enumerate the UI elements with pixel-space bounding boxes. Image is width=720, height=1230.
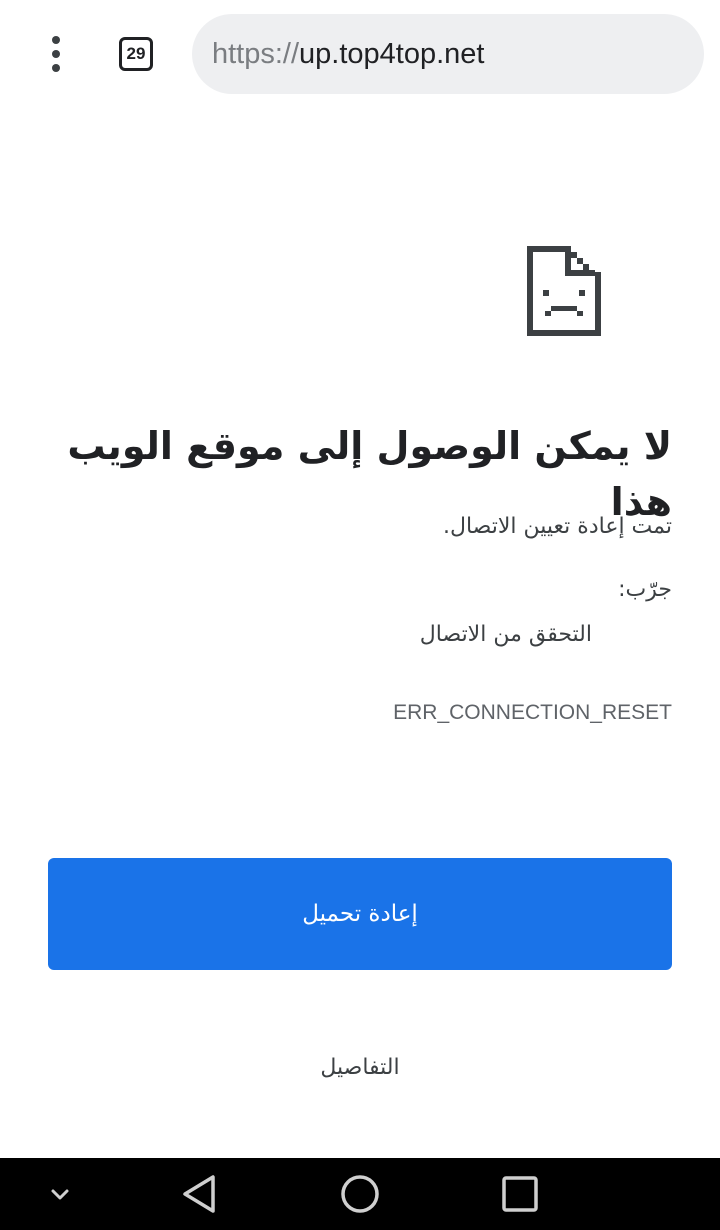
tab-switcher-button[interactable]: 29 <box>116 34 156 74</box>
suggestion-list: التحقق من الاتصال <box>48 617 592 653</box>
system-navbar <box>0 1158 720 1230</box>
sad-document-icon <box>527 246 601 336</box>
url-bar[interactable]: https://up.top4top.net <box>192 14 704 94</box>
home-circle-icon[interactable] <box>340 1174 380 1214</box>
browser-toolbar: 29 https://up.top4top.net <box>0 0 720 110</box>
menu-dot <box>52 36 60 44</box>
chevron-down-icon[interactable] <box>40 1174 80 1214</box>
url-scheme: https:// <box>212 37 300 70</box>
error-subtitle: تمت إعادة تعيين الاتصال. <box>443 514 672 539</box>
error-code: ERR_CONNECTION_RESET <box>393 701 672 724</box>
menu-dot <box>52 64 60 72</box>
recents-square-icon[interactable] <box>500 1174 540 1214</box>
more-vert-icon[interactable] <box>36 34 76 74</box>
back-triangle-icon[interactable] <box>180 1174 220 1214</box>
try-label: جرّب: <box>618 577 672 602</box>
reload-button[interactable]: إعادة تحميل <box>48 858 672 970</box>
menu-dot <box>52 50 60 58</box>
details-button[interactable]: التفاصيل <box>260 1048 460 1088</box>
url-host: up.top4top.net <box>299 37 485 70</box>
tab-count: 29 <box>119 37 153 71</box>
suggestion-item: التحقق من الاتصال <box>419 622 592 647</box>
